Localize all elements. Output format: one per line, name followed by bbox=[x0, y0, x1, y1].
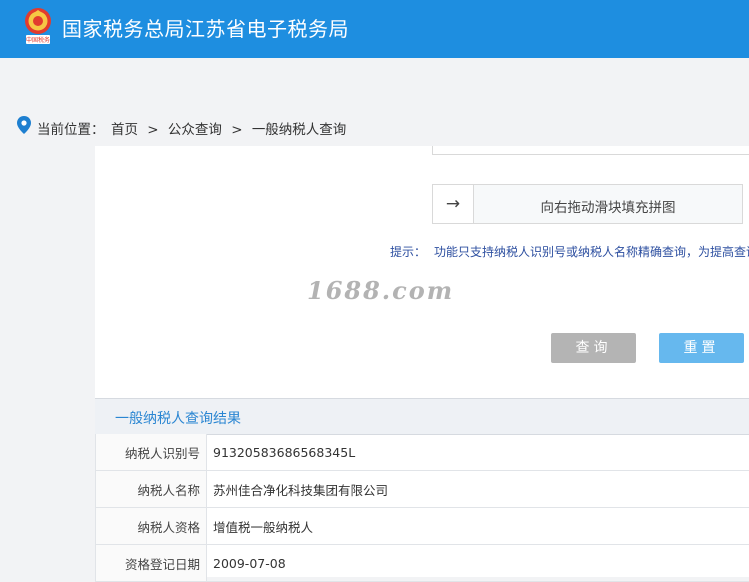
row-value: 91320583686568345L bbox=[207, 434, 749, 471]
result-header: 一般纳税人查询结果 bbox=[95, 398, 749, 435]
result-title: 一般纳税人查询结果 bbox=[115, 408, 241, 428]
query-button[interactable]: 查询 bbox=[551, 333, 636, 363]
result-table: 纳税人识别号 91320583686568345L 纳税人名称 苏州佳合净化科技… bbox=[95, 434, 749, 582]
reset-button[interactable]: 重置 bbox=[659, 333, 744, 363]
row-value: 2009-07-08 bbox=[207, 545, 749, 582]
captcha-slider[interactable]: → 向右拖动滑块填充拼图 bbox=[432, 184, 743, 224]
row-key: 纳税人识别号 bbox=[96, 434, 207, 471]
row-key: 资格登记日期 bbox=[96, 545, 207, 582]
breadcrumb-separator: > bbox=[147, 122, 158, 138]
breadcrumb-current-page: 一般纳税人查询 bbox=[252, 122, 347, 138]
arrow-right-icon: → bbox=[446, 194, 460, 214]
watermark: 1688.com bbox=[307, 276, 454, 305]
query-tip: 提示： 功能只支持纳税人识别号或纳税人名称精确查询，为提高查询 bbox=[390, 243, 749, 260]
table-row: 纳税人资格 增值税一般纳税人 bbox=[96, 508, 749, 545]
location-pin-icon bbox=[17, 116, 31, 134]
input-field-edge[interactable] bbox=[432, 146, 749, 155]
site-title: 国家税务总局江苏省电子税务局 bbox=[62, 13, 349, 42]
breadcrumb-separator: > bbox=[231, 122, 242, 138]
site-header: 中国税务 国家税务总局江苏省电子税务局 bbox=[0, 0, 749, 58]
tax-emblem-logo: 中国税务 bbox=[21, 6, 55, 46]
svg-text:中国税务: 中国税务 bbox=[26, 36, 50, 44]
row-value: 增值税一般纳税人 bbox=[207, 508, 749, 545]
query-panel: → 向右拖动滑块填充拼图 提示： 功能只支持纳税人识别号或纳税人名称精确查询，为提… bbox=[95, 146, 749, 577]
table-row: 纳税人名称 苏州佳合净化科技集团有限公司 bbox=[96, 471, 749, 508]
breadcrumb-home-link[interactable]: 首页 bbox=[111, 122, 138, 138]
row-key: 纳税人名称 bbox=[96, 471, 207, 508]
table-row: 资格登记日期 2009-07-08 bbox=[96, 545, 749, 582]
tip-text: 功能只支持纳税人识别号或纳税人名称精确查询，为提高查询 bbox=[434, 245, 749, 259]
tip-label: 提示： bbox=[390, 245, 426, 259]
breadcrumb-public-query-link[interactable]: 公众查询 bbox=[168, 122, 222, 138]
breadcrumb-label: 当前位置： bbox=[37, 118, 105, 138]
table-row: 纳税人识别号 91320583686568345L bbox=[96, 434, 749, 471]
breadcrumb: 当前位置： 首页 > 公众查询 > 一般纳税人查询 bbox=[0, 108, 749, 144]
slider-handle[interactable]: → bbox=[433, 185, 474, 223]
row-key: 纳税人资格 bbox=[96, 508, 207, 545]
row-value: 苏州佳合净化科技集团有限公司 bbox=[207, 471, 749, 508]
slider-instruction: 向右拖动滑块填充拼图 bbox=[474, 196, 742, 216]
